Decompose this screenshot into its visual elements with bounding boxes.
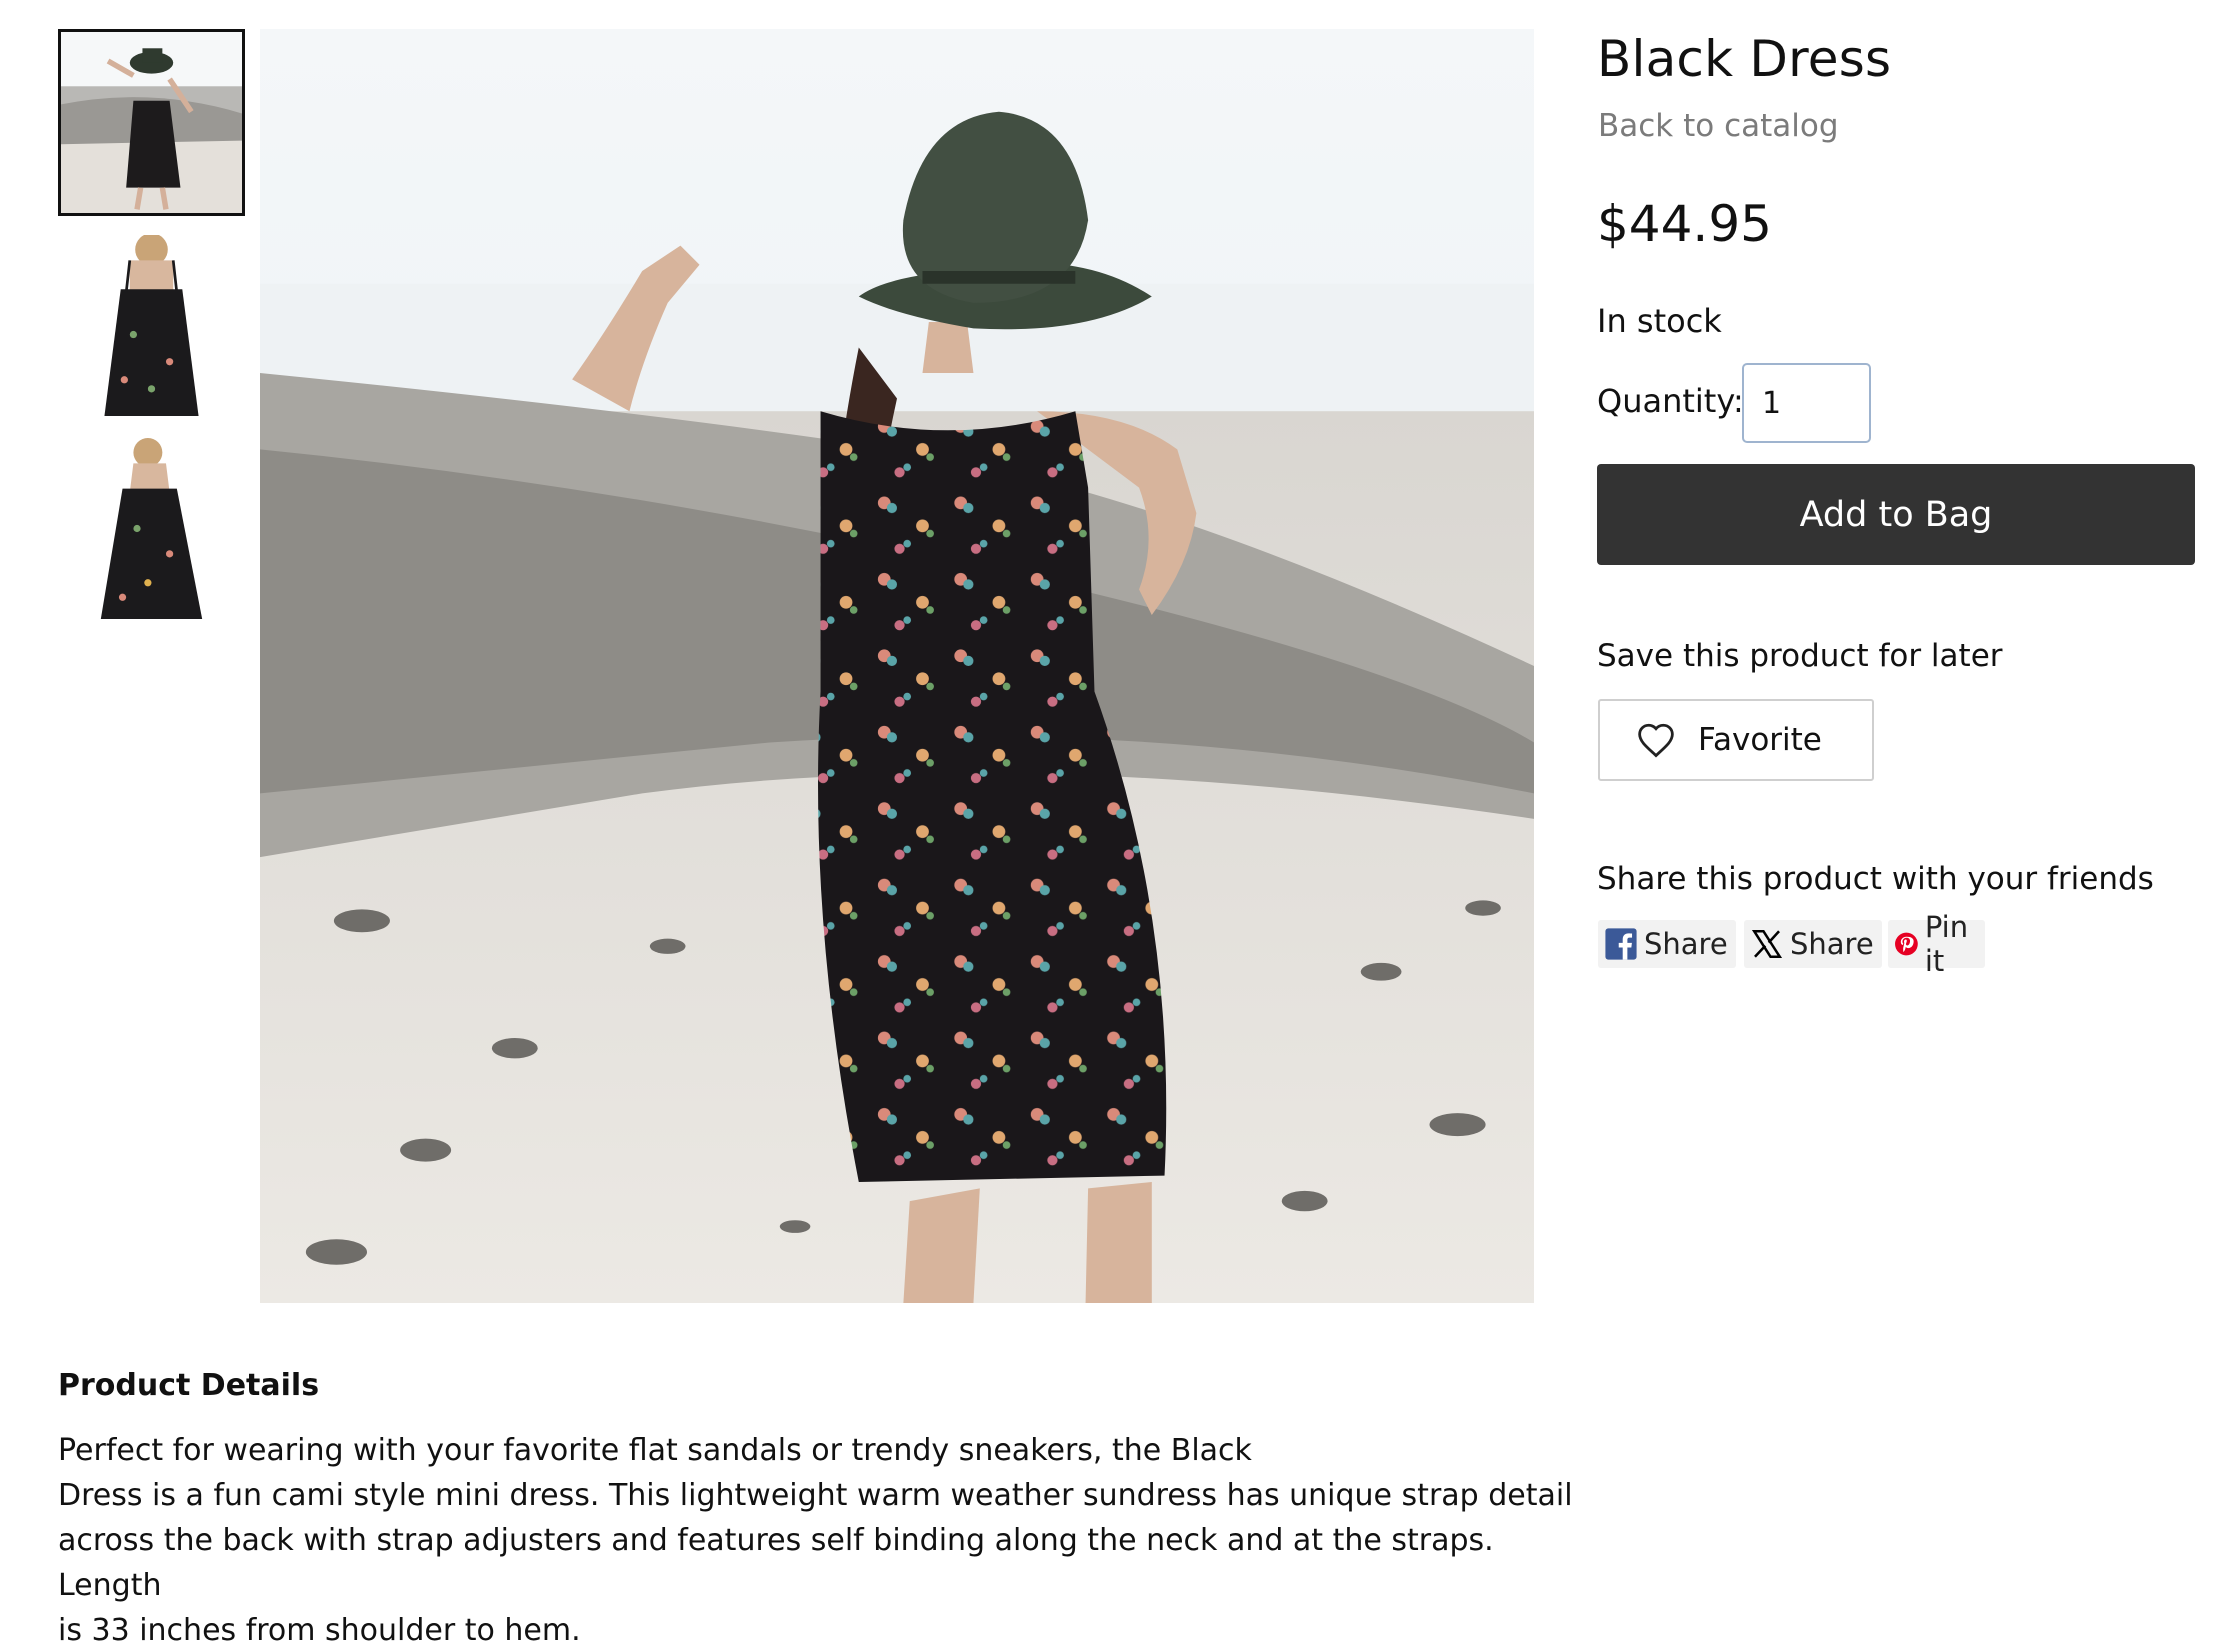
favorite-label: Favorite <box>1698 722 1822 758</box>
description-line: Perfect for wearing with your favorite f… <box>58 1433 1252 1468</box>
description-line: across the back with strap adjusters and… <box>58 1523 1494 1558</box>
favorite-button[interactable]: Favorite <box>1598 699 1874 781</box>
description-line: Dress is a fun cami style mini dress. Th… <box>58 1478 1573 1513</box>
dress-front-photo-icon <box>61 438 242 619</box>
back-to-catalog-link[interactable]: Back to catalog <box>1598 108 1839 144</box>
stock-status: In stock <box>1597 302 1722 340</box>
description-line: is 33 inches from shoulder to hem. <box>58 1613 581 1648</box>
facebook-icon <box>1605 928 1637 960</box>
quantity-label: Quantity: <box>1597 382 1744 420</box>
product-page: Black Dress Back to catalog $44.95 In st… <box>0 0 2234 1648</box>
share-heading: Share this product with your friends <box>1597 861 2154 897</box>
share-facebook-label: Share <box>1644 927 1728 961</box>
quantity-input[interactable] <box>1742 363 1871 443</box>
thumbnail-back-view[interactable] <box>58 232 245 419</box>
save-for-later-label: Save this product for later <box>1597 638 2003 674</box>
share-x-button[interactable]: Share <box>1744 920 1882 968</box>
beach-dress-photo-icon <box>61 32 242 213</box>
thumbnail-beach-photo[interactable] <box>58 29 245 216</box>
share-facebook-button[interactable]: Share <box>1598 920 1736 968</box>
product-details-heading: Product Details <box>58 1368 320 1403</box>
pinterest-icon <box>1895 932 1918 956</box>
pin-it-button[interactable]: Pin it <box>1888 910 1986 978</box>
main-product-image <box>260 29 1534 1303</box>
product-price: $44.95 <box>1597 195 1772 253</box>
thumbnail-front-view[interactable] <box>58 435 245 622</box>
product-title: Black Dress <box>1597 30 1892 88</box>
x-icon <box>1751 929 1783 959</box>
description-line: Length <box>58 1568 162 1603</box>
dress-back-photo-icon <box>61 235 242 416</box>
beach-dress-photo-icon <box>260 29 1534 1303</box>
add-to-bag-button[interactable]: Add to Bag <box>1597 464 2195 565</box>
pin-it-label: Pin it <box>1924 910 1969 978</box>
heart-icon <box>1638 723 1674 758</box>
product-description: Perfect for wearing with your favorite f… <box>58 1428 1618 1648</box>
share-x-label: Share <box>1790 927 1874 961</box>
